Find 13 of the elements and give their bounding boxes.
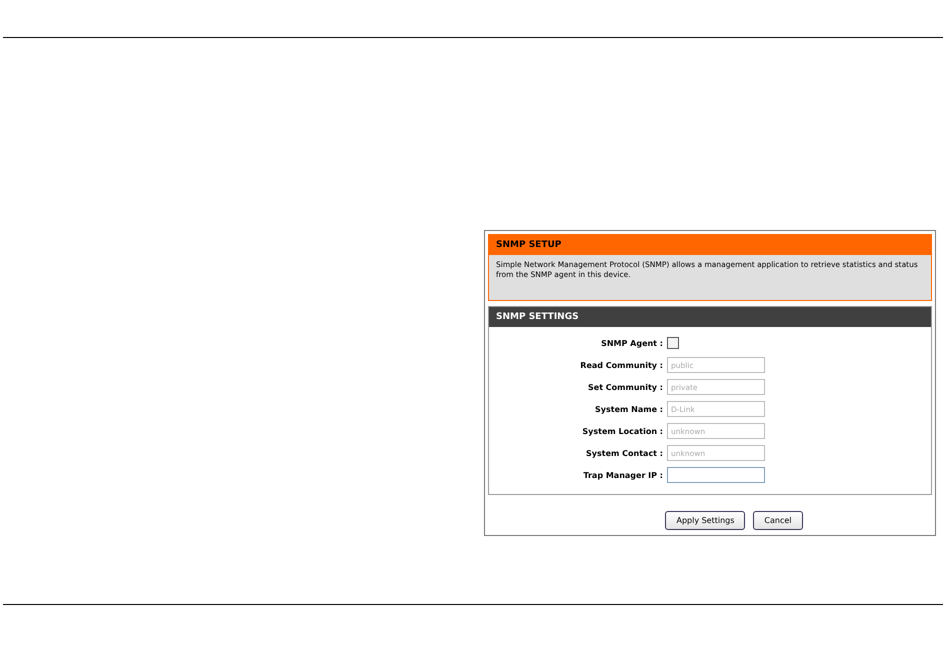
- field-label: Set Community :: [587, 382, 663, 392]
- field-label: System Name :: [594, 404, 663, 414]
- field-label: Read Community :: [579, 360, 663, 370]
- field-label: System Location :: [581, 426, 663, 436]
- section-title: SNMP SETTINGS: [489, 307, 931, 327]
- apply-button[interactable]: Apply Settings: [665, 511, 746, 530]
- field-label: System Contact :: [585, 448, 663, 458]
- field-label: SNMP Agent :: [600, 338, 663, 348]
- section-title: SNMP SETUP: [489, 235, 931, 255]
- agent-checkbox[interactable]: [667, 337, 679, 349]
- cancel-button[interactable]: Cancel: [753, 511, 803, 530]
- input-field[interactable]: [667, 467, 765, 483]
- field-label: Trap Manager IP :: [582, 470, 663, 480]
